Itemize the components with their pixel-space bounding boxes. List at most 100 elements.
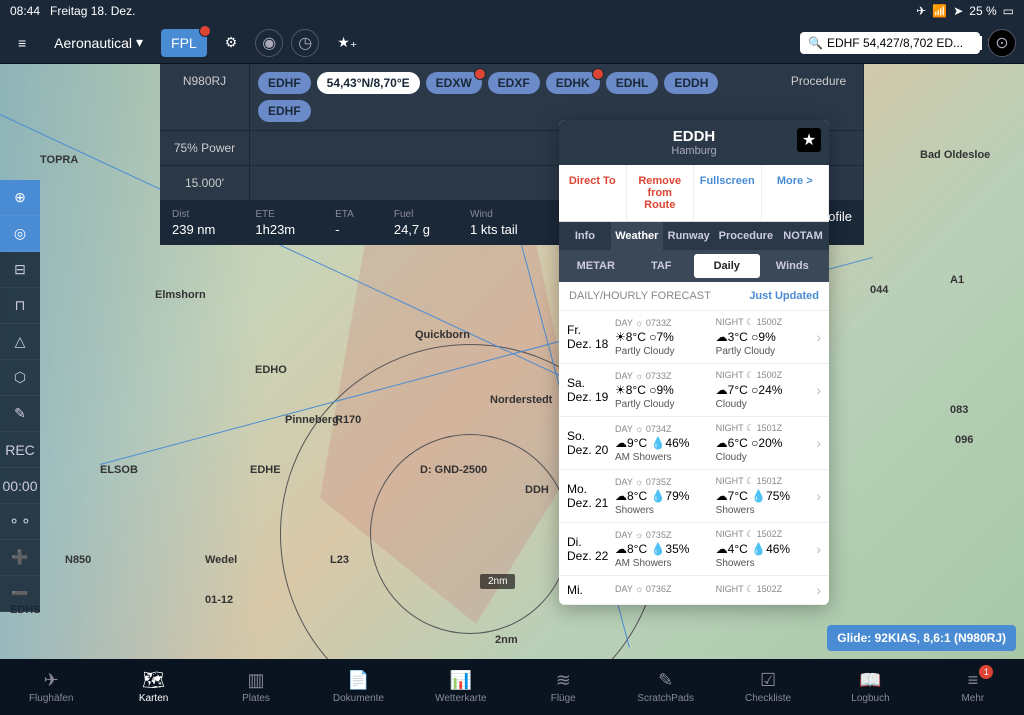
bottom-tab[interactable]: 📊Wetterkarte xyxy=(410,659,512,715)
map-label: 083 xyxy=(950,404,968,416)
side-tool-button[interactable]: △ xyxy=(0,324,40,360)
bottom-tab[interactable]: ☑Checkliste xyxy=(717,659,819,715)
location-icon: ➤ xyxy=(953,4,963,18)
waypoint-chip[interactable]: EDXW xyxy=(426,72,482,94)
glide-badge[interactable]: Glide: 92KIAS, 8,6:1 (N980RJ) xyxy=(827,625,1016,651)
bottom-tab-bar: ✈Flughäfen🗺Karten▥Plates📄Dokumente📊Wette… xyxy=(0,659,1024,715)
popup-tab[interactable]: NOTAM xyxy=(777,222,829,250)
search-box[interactable]: 🔍 ✕ xyxy=(800,32,980,54)
side-tool-button[interactable]: ◎ xyxy=(0,216,40,252)
popup-subtitle: Hamburg xyxy=(567,145,821,157)
chevron-right-icon: › xyxy=(816,435,821,451)
forecast-row[interactable]: So.Dez. 20 DAY ☼ 0734Z☁9°C 💧46%AM Shower… xyxy=(559,417,829,470)
popup-tab[interactable]: Procedure xyxy=(715,222,777,250)
stat-dist: 239 nm xyxy=(172,222,215,237)
side-tool-button[interactable]: ⊟ xyxy=(0,252,40,288)
popup-subtab[interactable]: Winds xyxy=(760,254,826,278)
forecast-row[interactable]: Sa.Dez. 19 DAY ☼ 0733Z☀8°C ○9%Partly Clo… xyxy=(559,364,829,417)
scale-bar: 2nm xyxy=(480,574,515,589)
popup-header: EDDH Hamburg ★ xyxy=(559,120,829,165)
waypoint-chip[interactable]: EDHF xyxy=(258,72,311,94)
popup-subtabs: METARTAFDailyWinds xyxy=(559,250,829,282)
more-button[interactable]: More > xyxy=(762,165,830,221)
forecast-row[interactable]: Fr.Dez. 18 DAY ☼ 0733Z☀8°C ○7%Partly Clo… xyxy=(559,311,829,364)
popup-subtab[interactable]: Daily xyxy=(694,254,760,278)
favorite-button[interactable]: ★₊ xyxy=(327,28,367,57)
wifi-icon: 📶 xyxy=(932,4,947,18)
map-label: Wedel xyxy=(205,554,237,566)
map-label: Norderstedt xyxy=(490,394,552,406)
popup-subtab[interactable]: METAR xyxy=(563,254,629,278)
popup-tab[interactable]: Info xyxy=(559,222,611,250)
search-input[interactable] xyxy=(827,36,982,50)
map-label: Elmshorn xyxy=(155,289,206,301)
chevron-right-icon: › xyxy=(816,541,821,557)
map-label: 2nm xyxy=(495,634,518,646)
side-tool-button[interactable]: ⊓ xyxy=(0,288,40,324)
popup-title: EDDH xyxy=(567,128,821,145)
side-tool-button[interactable]: ➖ xyxy=(0,576,40,612)
side-tool-button[interactable]: REC xyxy=(0,432,40,468)
locate-button[interactable]: ⊙ xyxy=(988,29,1016,57)
clock-button[interactable]: ◷ xyxy=(291,29,319,57)
status-date: Freitag 18. Dez. xyxy=(50,4,135,18)
status-bar: 08:44 Freitag 18. Dez. ✈ 📶 ➤ 25 % ▭ xyxy=(0,0,1024,22)
layers-button[interactable]: ≡ xyxy=(8,29,36,57)
forecast-label: DAILY/HOURLY FORECAST xyxy=(569,290,711,302)
popup-tab[interactable]: Runway xyxy=(663,222,715,250)
side-toolbar: ⊕◎⊟⊓△⬡✎REC00:00⚬⚬➕➖ xyxy=(0,180,40,612)
stat-eta: - xyxy=(335,222,354,237)
forecast-row[interactable]: Di.Dez. 22 DAY ☼ 0735Z☁8°C 💧35%AM Shower… xyxy=(559,523,829,576)
bottom-tab[interactable]: ▥Plates xyxy=(205,659,307,715)
waypoint-chip[interactable]: EDXF xyxy=(488,72,540,94)
side-tool-button[interactable]: ✎ xyxy=(0,396,40,432)
side-tool-button[interactable]: ⊕ xyxy=(0,180,40,216)
direct-to-button[interactable]: Direct To xyxy=(559,165,627,221)
map-label: L23 xyxy=(330,554,349,566)
stat-fuel: 24,7 g xyxy=(394,222,430,237)
chevron-right-icon: › xyxy=(816,488,821,504)
map-label: ELSOB xyxy=(100,464,138,476)
alert-badge-icon xyxy=(199,25,211,37)
altitude-cell[interactable]: 15.000' xyxy=(160,166,250,200)
aircraft-cell[interactable]: N980RJ xyxy=(160,64,250,130)
map-label: Quickborn xyxy=(415,329,470,341)
map-label: EDHE xyxy=(250,464,281,476)
popup-subtab[interactable]: TAF xyxy=(629,254,695,278)
bottom-tab[interactable]: ≋Flüge xyxy=(512,659,614,715)
bottom-tab[interactable]: 📖Logbuch xyxy=(819,659,921,715)
map-label: 096 xyxy=(955,434,973,446)
fpl-button[interactable]: FPL xyxy=(161,29,207,57)
waypoint-chip[interactable]: EDDH xyxy=(664,72,718,94)
map-label: 01-12 xyxy=(205,594,233,606)
bottom-tab[interactable]: ✎ScratchPads xyxy=(614,659,716,715)
side-tool-button[interactable]: ⚬⚬ xyxy=(0,504,40,540)
forecast-list: Fr.Dez. 18 DAY ☼ 0733Z☀8°C ○7%Partly Clo… xyxy=(559,311,829,605)
favorite-star-button[interactable]: ★ xyxy=(797,128,821,152)
battery-text: 25 % xyxy=(969,4,996,18)
globe-button[interactable]: ◉ xyxy=(255,29,283,57)
bottom-tab[interactable]: 📄Dokumente xyxy=(307,659,409,715)
updated-label: Just Updated xyxy=(749,290,819,302)
power-cell[interactable]: 75% Power xyxy=(160,131,250,165)
bottom-tab[interactable]: ✈Flughäfen xyxy=(0,659,102,715)
map-label: Pinneberg xyxy=(285,414,339,426)
waypoint-chip[interactable]: EDHK xyxy=(546,72,600,94)
side-tool-button[interactable]: 00:00 xyxy=(0,468,40,504)
waypoint-chip[interactable]: EDHF xyxy=(258,100,311,122)
map-label: DDH xyxy=(525,484,549,496)
bottom-tab[interactable]: ≡Mehr1 xyxy=(922,659,1024,715)
side-tool-button[interactable]: ➕ xyxy=(0,540,40,576)
mode-dropdown[interactable]: Aeronautical ▾ xyxy=(44,28,153,57)
forecast-row[interactable]: Mo.Dez. 21 DAY ☼ 0735Z☁8°C 💧79%Showers N… xyxy=(559,470,829,523)
forecast-row[interactable]: Mi. DAY ☼ 0736Z NIGHT ☾ 1502Z › xyxy=(559,576,829,605)
waypoint-chip[interactable]: 54,43°N/8,70°E xyxy=(317,72,420,94)
side-tool-button[interactable]: ⬡ xyxy=(0,360,40,396)
waypoint-chip[interactable]: EDHL xyxy=(606,72,659,94)
settings-button[interactable]: ⚙ xyxy=(215,28,248,57)
fullscreen-button[interactable]: Fullscreen xyxy=(694,165,762,221)
remove-route-button[interactable]: Remove from Route xyxy=(627,165,695,221)
popup-tab[interactable]: Weather xyxy=(611,222,663,250)
airport-popup: EDDH Hamburg ★ Direct To Remove from Rou… xyxy=(559,120,829,605)
bottom-tab[interactable]: 🗺Karten xyxy=(102,659,204,715)
